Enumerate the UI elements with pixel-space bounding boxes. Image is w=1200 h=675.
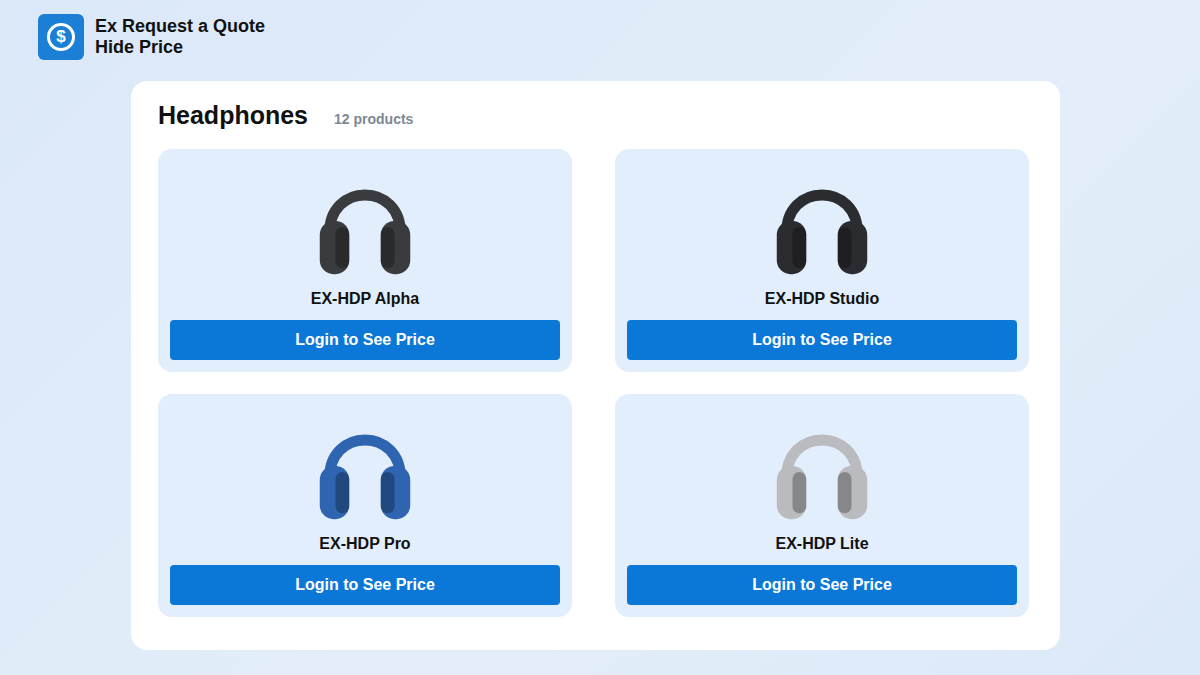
headphones-icon — [306, 409, 424, 527]
product-card[interactable]: EX-HDP Alpha Login to See Price — [158, 149, 572, 372]
product-count: 12 products — [334, 111, 413, 127]
section-title: Headphones — [158, 101, 308, 130]
headphones-icon — [763, 409, 881, 527]
product-name: EX-HDP Pro — [319, 535, 410, 555]
product-name: EX-HDP Lite — [775, 535, 868, 555]
coin-icon: $ — [47, 23, 75, 51]
product-card[interactable]: EX-HDP Lite Login to See Price — [615, 394, 1029, 617]
app-title-line: Hide Price — [95, 37, 265, 58]
logo-icon: $ — [38, 14, 84, 60]
panel-header: Headphones 12 products — [158, 101, 1028, 133]
app-title: Ex Request a QuoteHide Price — [95, 16, 265, 58]
headphones-icon — [306, 164, 424, 282]
login-price-button[interactable]: Login to See Price — [627, 320, 1017, 360]
product-name: EX-HDP Studio — [765, 290, 879, 310]
login-price-button[interactable]: Login to See Price — [170, 320, 560, 360]
app-header: $ Ex Request a QuoteHide Price — [0, 13, 1200, 61]
headphones-icon — [763, 164, 881, 282]
page: $ Ex Request a QuoteHide Price Headphones 1… — [0, 0, 1200, 675]
product-grid: EX-HDP AlphaLogin to See PriceEX-HDP Stu… — [158, 149, 1028, 617]
login-price-button[interactable]: Login to See Price — [627, 565, 1017, 605]
product-panel: Headphones 12 products EX-HDP Alpha Login t… — [131, 81, 1060, 650]
product-card[interactable]: EX-HDP Studio Login to See Price — [615, 149, 1029, 372]
product-card[interactable]: EX-HDP Pro Login to See Price — [158, 394, 572, 617]
login-price-button[interactable]: Login to See Price — [170, 565, 560, 605]
product-name: EX-HDP Alpha — [311, 290, 419, 310]
app-title-line: Ex Request a Quote — [95, 16, 265, 37]
